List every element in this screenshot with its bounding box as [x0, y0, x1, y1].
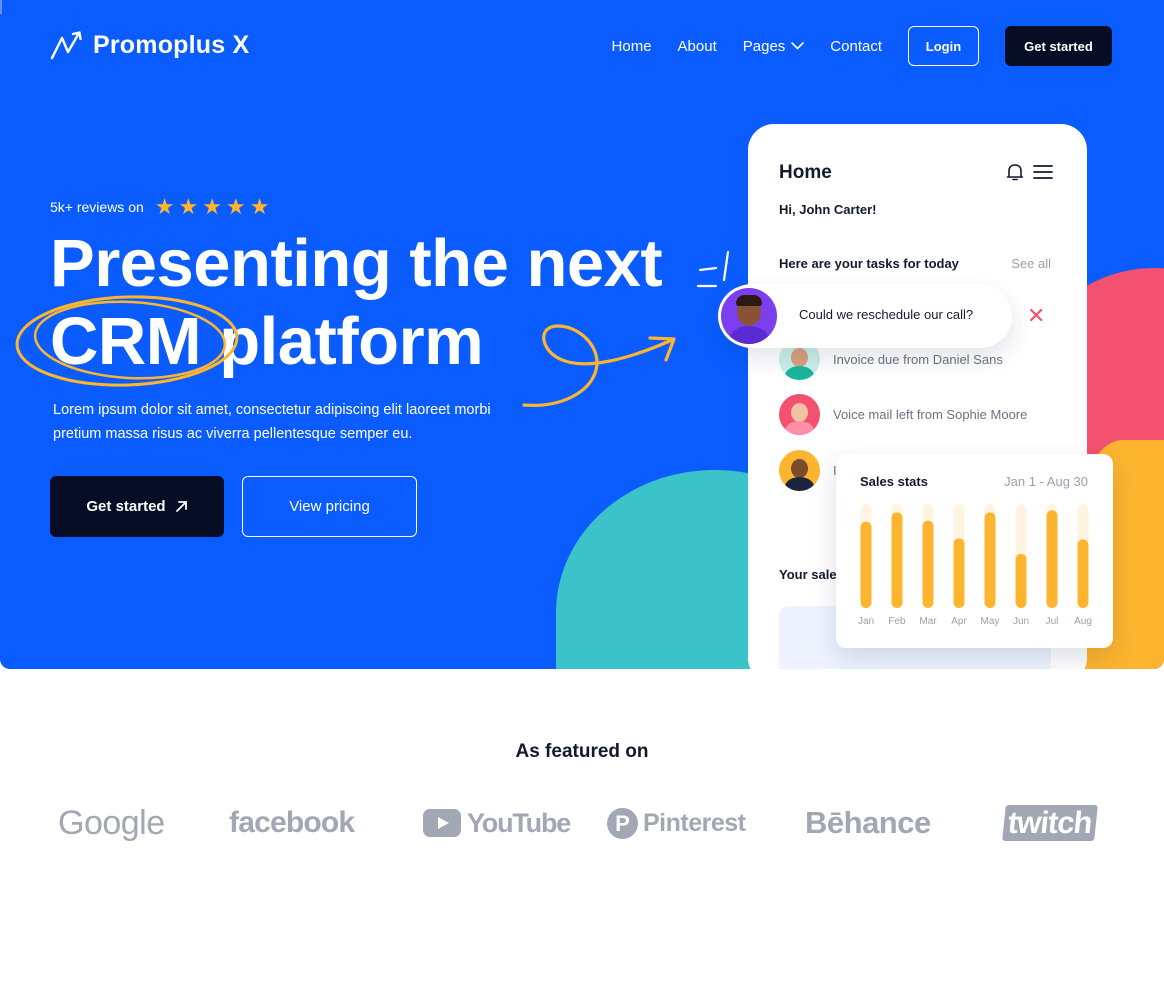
main-nav: Home About Pages Contact Login Get start… [612, 26, 1112, 66]
avatar [779, 450, 820, 491]
reviews-row: 5k+ reviews on ★ ★ ★ ★ ★ [50, 194, 270, 219]
task-text: Voice mail left from Sophie Moore [833, 407, 1028, 422]
get-started-label: Get started [86, 498, 166, 515]
star-icon: ★ [225, 194, 246, 219]
twitch-logo: twitch [1002, 795, 1098, 851]
view-pricing-button[interactable]: View pricing [242, 476, 417, 537]
tick-label-jun: Jun [1013, 616, 1029, 627]
bar-mar [922, 520, 934, 608]
svg-text:P: P [615, 811, 630, 836]
tick-label-mar: Mar [919, 616, 937, 627]
bar-jul [1046, 510, 1058, 608]
bar-may [984, 512, 996, 608]
bar-jun [1015, 553, 1027, 608]
tick-label-feb: Feb [888, 616, 906, 627]
google-logo: Google [58, 803, 165, 842]
avatar [779, 394, 820, 435]
tasks-title: Here are your tasks for today [779, 256, 959, 271]
brand-logo[interactable]: Promoplus X [50, 30, 249, 60]
get-started-nav-button[interactable]: Get started [1005, 26, 1112, 66]
pinterest-p-icon: P [607, 807, 638, 839]
crm-circle-doodle [15, 295, 239, 387]
greeting-text: Hi, John Carter! [779, 202, 877, 217]
sparkle-lines-doodle [696, 250, 730, 288]
brand-name: Promoplus X [93, 30, 250, 59]
tick-label-apr: Apr [951, 616, 967, 627]
brand-logos-row: Google facebook YouTube P Pinterest Bēha… [0, 795, 1164, 851]
nav-link-about[interactable]: About [678, 38, 717, 55]
task-item[interactable]: Voice mail left from Sophie Moore [779, 394, 1027, 435]
featured-title: As featured on [515, 741, 649, 762]
nav-link-home[interactable]: Home [612, 38, 652, 55]
bar-aug [1077, 539, 1089, 608]
get-started-button[interactable]: Get started [50, 476, 224, 537]
hero-section: Promoplus X Home About Pages Contact Log… [0, 0, 1164, 669]
trend-arrow-icon [50, 30, 84, 60]
youtube-play-icon [423, 809, 461, 837]
star-icon: ★ [249, 194, 270, 219]
bar-apr [953, 538, 965, 608]
close-icon[interactable]: ✕ [1027, 305, 1045, 327]
menu-icon[interactable] [1033, 164, 1053, 180]
youtube-logo: YouTube [423, 795, 571, 851]
nav-link-contact[interactable]: Contact [830, 38, 882, 55]
star-icon: ★ [202, 194, 222, 219]
your-sales-label: Your sales [779, 567, 844, 582]
see-all-link[interactable]: See all [1011, 256, 1051, 271]
chevron-down-icon [791, 42, 805, 50]
swirl-arrow-doodle [522, 324, 676, 407]
headline-line-1: Presenting the next [50, 226, 663, 301]
tick-label-aug: Aug [1074, 616, 1092, 627]
tick-label-may: May [981, 616, 1000, 627]
pinterest-logo: P Pinterest [607, 795, 746, 851]
bar-jan [860, 521, 872, 608]
facebook-logo: facebook [229, 806, 355, 839]
sales-bar-chart: Jan Feb Mar Apr May Jun Jul Aug [858, 504, 1092, 627]
login-button[interactable]: Login [908, 26, 979, 66]
bell-icon[interactable] [1006, 162, 1024, 182]
task-text: Invoice due from Daniel Sans [833, 352, 1003, 367]
nav-link-pages[interactable]: Pages [743, 38, 805, 55]
phone-header-icons [1006, 162, 1053, 182]
nav-link-pages-label: Pages [742, 37, 786, 55]
behance-logo: Bēhance [805, 805, 931, 840]
star-icon: ★ [178, 194, 199, 219]
bar-feb [891, 512, 903, 608]
tick-label-jan: Jan [858, 616, 874, 627]
rating-stars: ★ ★ ★ ★ ★ [154, 194, 270, 219]
corner-marker [0, 0, 2, 14]
headline-platform: platform [219, 304, 484, 379]
arrow-up-right-icon [175, 501, 187, 512]
sales-stats-card: Sales stats Jan 1 - Aug 30 Jan Feb Mar Apr M… [836, 454, 1113, 648]
tick-label-jul: Jul [1046, 616, 1059, 627]
avatar [718, 285, 780, 347]
reviews-text: 5k+ reviews on [50, 199, 144, 215]
chat-message: Could we reschedule our call? [799, 307, 974, 322]
hero-description: Lorem ipsum dolor sit amet, consectetur … [53, 402, 491, 442]
task-item[interactable]: I [779, 450, 837, 491]
star-icon: ★ [154, 194, 175, 219]
phone-title: Home [779, 162, 832, 183]
